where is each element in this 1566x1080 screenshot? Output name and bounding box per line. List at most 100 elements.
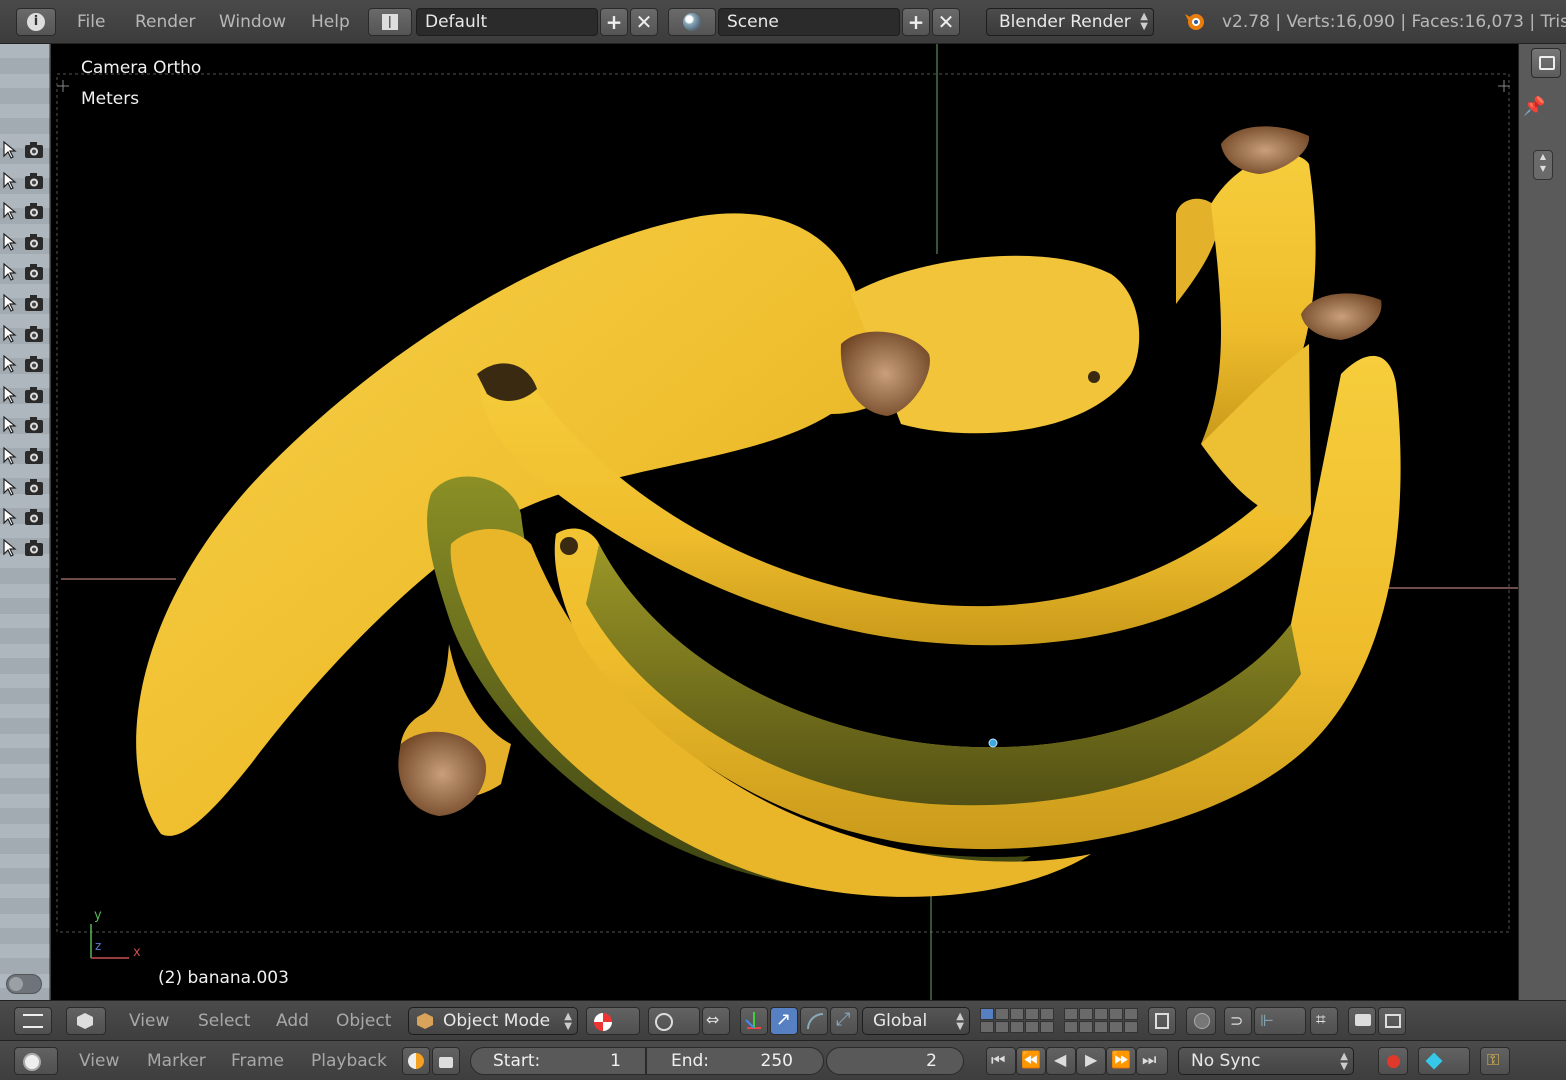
sync-mode-select[interactable]: No Sync ▲ ▼: [1178, 1047, 1354, 1075]
cursor-select-icon[interactable]: [2, 232, 18, 252]
scale-manipulator-button[interactable]: ⤢: [830, 1007, 858, 1035]
scene-layers-b[interactable]: [1064, 1008, 1138, 1033]
tool-shelf[interactable]: [0, 44, 50, 1000]
cursor-select-icon[interactable]: [2, 171, 18, 191]
camera-icon[interactable]: [24, 447, 44, 465]
menu-window[interactable]: Window: [219, 0, 286, 44]
screen-layout-field[interactable]: Default: [416, 8, 598, 36]
snap-toggle-button[interactable]: ⇔: [702, 1007, 730, 1035]
jump-to-end-button[interactable]: ⏭: [1136, 1047, 1168, 1075]
viewport-shading-select[interactable]: [586, 1007, 640, 1035]
cursor-select-icon[interactable]: [2, 446, 18, 466]
shelf-row[interactable]: [0, 167, 50, 197]
cursor-select-icon[interactable]: [2, 354, 18, 374]
cursor-select-icon[interactable]: [2, 324, 18, 344]
scroll-arrows-button[interactable]: ▲ ▼: [1533, 150, 1553, 180]
menu-add[interactable]: Add: [276, 1001, 309, 1041]
proportional-edit-button[interactable]: [1186, 1007, 1216, 1035]
play-reverse-button[interactable]: ◀: [1046, 1047, 1076, 1075]
scene-field[interactable]: Scene: [718, 8, 900, 36]
cursor-select-icon[interactable]: [2, 507, 18, 527]
properties-toggle-button[interactable]: [1531, 48, 1561, 78]
menu-help[interactable]: Help: [311, 0, 350, 44]
shelf-row[interactable]: [0, 350, 50, 380]
camera-icon[interactable]: [24, 355, 44, 373]
screen-layout-browse-button[interactable]: [368, 8, 412, 36]
opengl-render-button[interactable]: [1348, 1007, 1376, 1035]
camera-icon[interactable]: [24, 416, 44, 434]
render-engine-select[interactable]: Blender Render ▲ ▼: [986, 8, 1154, 36]
menu-playback[interactable]: Playback: [311, 1041, 387, 1080]
camera-icon[interactable]: [24, 478, 44, 496]
menu-object[interactable]: Object: [336, 1001, 391, 1041]
jump-to-start-button[interactable]: ⏮: [986, 1047, 1016, 1075]
delete-screen-button[interactable]: ✕: [630, 8, 658, 36]
cursor-select-icon[interactable]: [2, 415, 18, 435]
shelf-row[interactable]: [0, 289, 50, 319]
keying-set-select[interactable]: [1418, 1047, 1470, 1075]
snap-magnet-button[interactable]: ⊃: [1224, 1007, 1252, 1035]
insert-keyframe-button[interactable]: ⚿: [1480, 1047, 1510, 1075]
cursor-select-icon[interactable]: [2, 140, 18, 160]
camera-icon[interactable]: [24, 172, 44, 190]
cursor-select-icon[interactable]: [2, 201, 18, 221]
menu-file[interactable]: File: [77, 0, 105, 44]
opengl-render-animation-button[interactable]: [1378, 1007, 1406, 1035]
editor-type-button[interactable]: [14, 1007, 52, 1035]
lock-range-button[interactable]: [432, 1047, 460, 1075]
camera-icon[interactable]: [24, 539, 44, 557]
pin-icon[interactable]: 📌: [1523, 96, 1545, 117]
menu-render[interactable]: Render: [135, 0, 196, 44]
play-button[interactable]: ▶: [1076, 1047, 1106, 1075]
cursor-select-icon[interactable]: [2, 262, 18, 282]
shelf-row[interactable]: [0, 228, 50, 258]
viewport-canvas[interactable]: y x z: [51, 44, 1518, 1000]
shelf-row[interactable]: [0, 442, 50, 472]
translate-manipulator-button[interactable]: ↗: [770, 1007, 798, 1035]
menu-select[interactable]: Select: [198, 1001, 250, 1041]
add-scene-button[interactable]: +: [902, 8, 930, 36]
start-frame-field[interactable]: Start: 1: [470, 1047, 646, 1075]
shelf-row[interactable]: [0, 381, 50, 411]
cursor-select-icon[interactable]: [2, 477, 18, 497]
preview-range-button[interactable]: [402, 1047, 430, 1075]
snap-element-select[interactable]: ⊩: [1254, 1007, 1306, 1035]
timeline-editor-type-button[interactable]: [14, 1047, 58, 1075]
shelf-row[interactable]: [0, 411, 50, 441]
snap-target-button[interactable]: ⌗: [1310, 1007, 1338, 1035]
add-screen-button[interactable]: +: [600, 8, 628, 36]
cursor-select-icon[interactable]: [2, 385, 18, 405]
properties-strip[interactable]: 📌 ▲ ▼: [1518, 44, 1566, 1000]
camera-icon[interactable]: [24, 508, 44, 526]
shelf-row[interactable]: [0, 534, 50, 564]
end-frame-field[interactable]: End: 250: [646, 1047, 824, 1075]
shelf-row[interactable]: [0, 136, 50, 166]
3d-viewport[interactable]: y x z Camera Ortho Meters (2) banana.003: [51, 44, 1518, 1000]
camera-icon[interactable]: [24, 263, 44, 281]
shelf-row[interactable]: [0, 503, 50, 533]
3d-view-editor-button[interactable]: [66, 1007, 106, 1035]
shelf-row[interactable]: [0, 320, 50, 350]
menu-marker[interactable]: Marker: [147, 1041, 206, 1080]
manipulator-toggle[interactable]: [740, 1007, 768, 1035]
menu-view[interactable]: View: [79, 1041, 119, 1080]
scene-layers-a[interactable]: [980, 1008, 1054, 1033]
jump-to-keyframe-prev-button[interactable]: ⏪: [1016, 1047, 1046, 1075]
menu-view[interactable]: View: [129, 1001, 169, 1041]
scene-browse-button[interactable]: [668, 8, 716, 36]
shelf-row[interactable]: [0, 197, 50, 227]
editor-type-info-button[interactable]: i: [16, 8, 56, 36]
camera-icon[interactable]: [24, 386, 44, 404]
delete-scene-button[interactable]: ✕: [932, 8, 960, 36]
mode-select[interactable]: Object Mode ▲ ▼: [408, 1007, 578, 1035]
layer-lock-button[interactable]: [1148, 1007, 1176, 1035]
cursor-select-icon[interactable]: [2, 538, 18, 558]
transform-orientation-select[interactable]: Global ▲ ▼: [862, 1007, 970, 1035]
shelf-row[interactable]: [0, 473, 50, 503]
current-frame-field[interactable]: 2: [826, 1047, 964, 1075]
camera-icon[interactable]: [24, 294, 44, 312]
jump-to-keyframe-next-button[interactable]: ⏩: [1106, 1047, 1136, 1075]
camera-icon[interactable]: [24, 202, 44, 220]
rotate-manipulator-button[interactable]: [800, 1007, 828, 1035]
menu-frame[interactable]: Frame: [231, 1041, 284, 1080]
